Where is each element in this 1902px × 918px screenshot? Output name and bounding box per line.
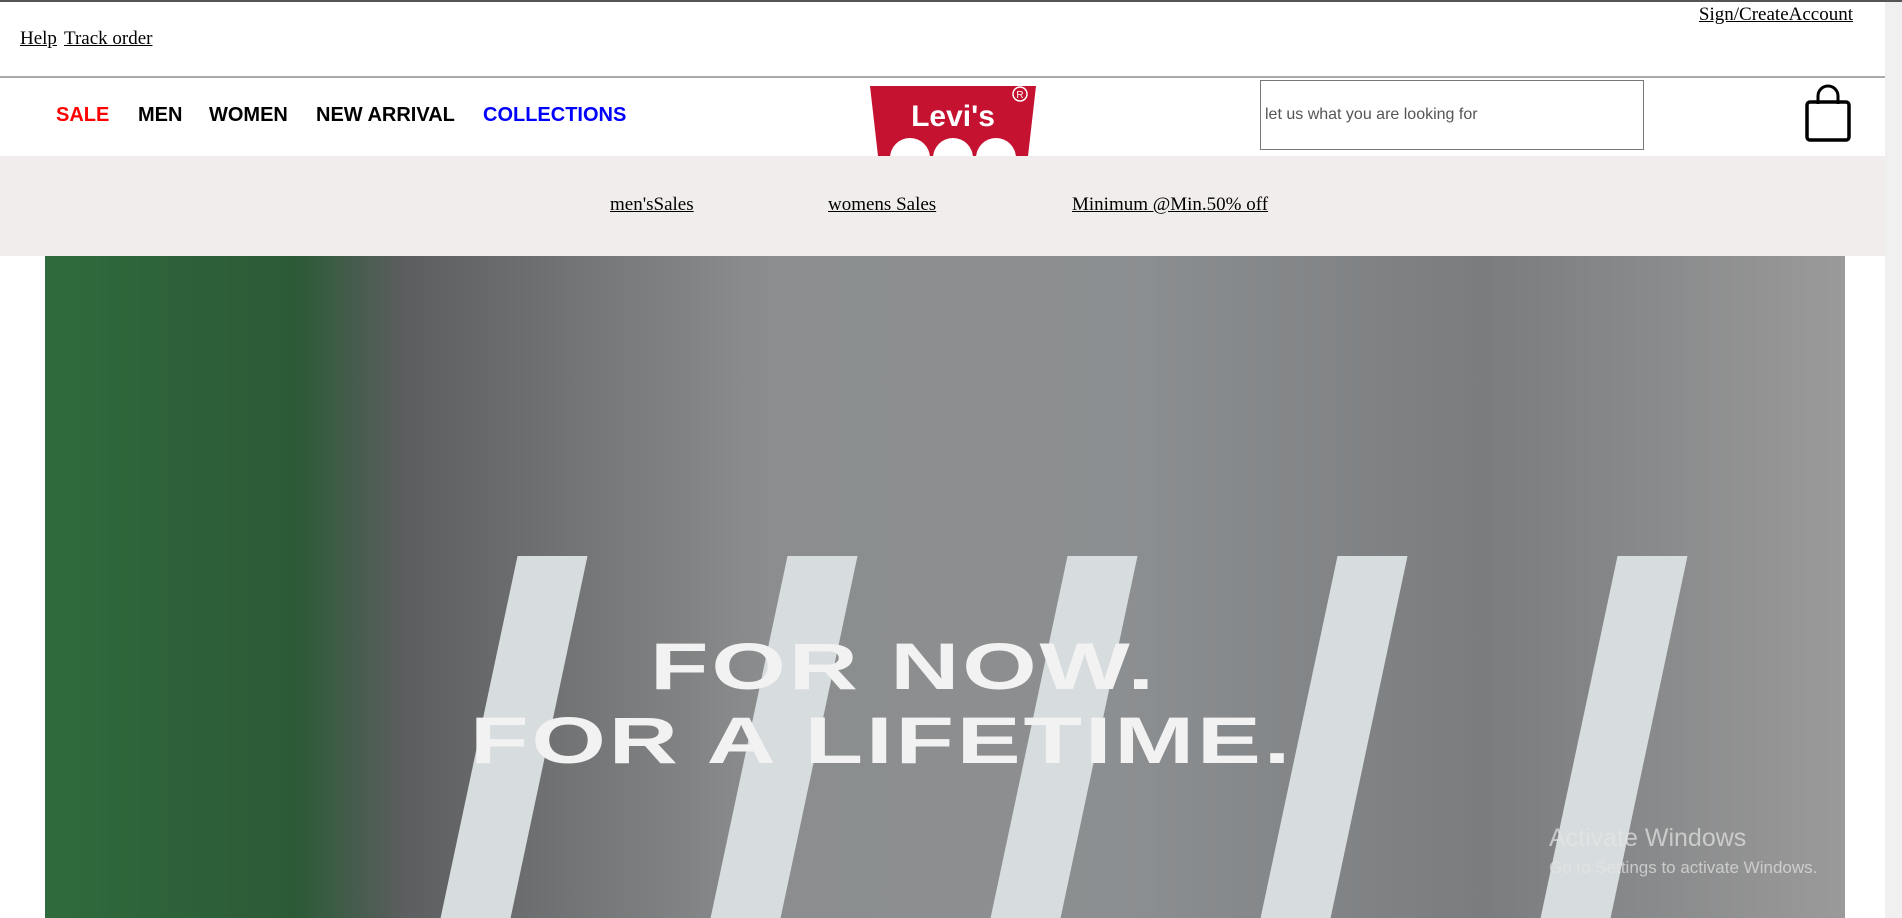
- shopping-bag-icon[interactable]: [1804, 84, 1852, 147]
- track-order-link[interactable]: Track order: [64, 28, 152, 50]
- nav-men[interactable]: MEN: [138, 104, 182, 127]
- top-bar: Sign/CreateAccount Help Track order: [0, 2, 1885, 78]
- hero-banner[interactable]: FOR NOW. FOR A LIFETIME. Activate Window…: [45, 256, 1845, 918]
- levis-logo[interactable]: Levi's R: [870, 86, 1036, 178]
- nav-new-arrival[interactable]: NEW ARRIVAL: [316, 104, 455, 127]
- watermark-title: Activate Windows: [1549, 824, 1747, 852]
- watermark-subtitle: Go to Settings to activate Windows.: [1549, 858, 1818, 877]
- sign-in-link[interactable]: Sign/CreateAccount: [1699, 4, 1853, 26]
- help-link[interactable]: Help: [20, 28, 57, 50]
- svg-text:Levi's: Levi's: [911, 100, 995, 133]
- sale-bar: men'sSales womens Sales Minimum @Min.50%…: [0, 156, 1885, 256]
- hero-headline-line1: FOR NOW.: [650, 629, 1158, 703]
- main-nav: SALE MEN WOMEN NEW ARRIVAL COLLECTIONS L…: [0, 78, 1885, 178]
- svg-text:R: R: [1016, 90, 1023, 101]
- womens-sales-link[interactable]: womens Sales: [828, 194, 936, 216]
- minimum-offer-link[interactable]: Minimum @Min.50% off: [1072, 194, 1268, 216]
- mens-sales-link[interactable]: men'sSales: [610, 194, 694, 216]
- hero-headline-line2: FOR A LIFETIME.: [470, 703, 1294, 777]
- search-input[interactable]: [1260, 80, 1644, 150]
- nav-women[interactable]: WOMEN: [209, 104, 288, 127]
- page-scrollbar[interactable]: [1885, 2, 1902, 918]
- nav-sale[interactable]: SALE: [56, 104, 109, 127]
- nav-collections[interactable]: COLLECTIONS: [483, 104, 626, 127]
